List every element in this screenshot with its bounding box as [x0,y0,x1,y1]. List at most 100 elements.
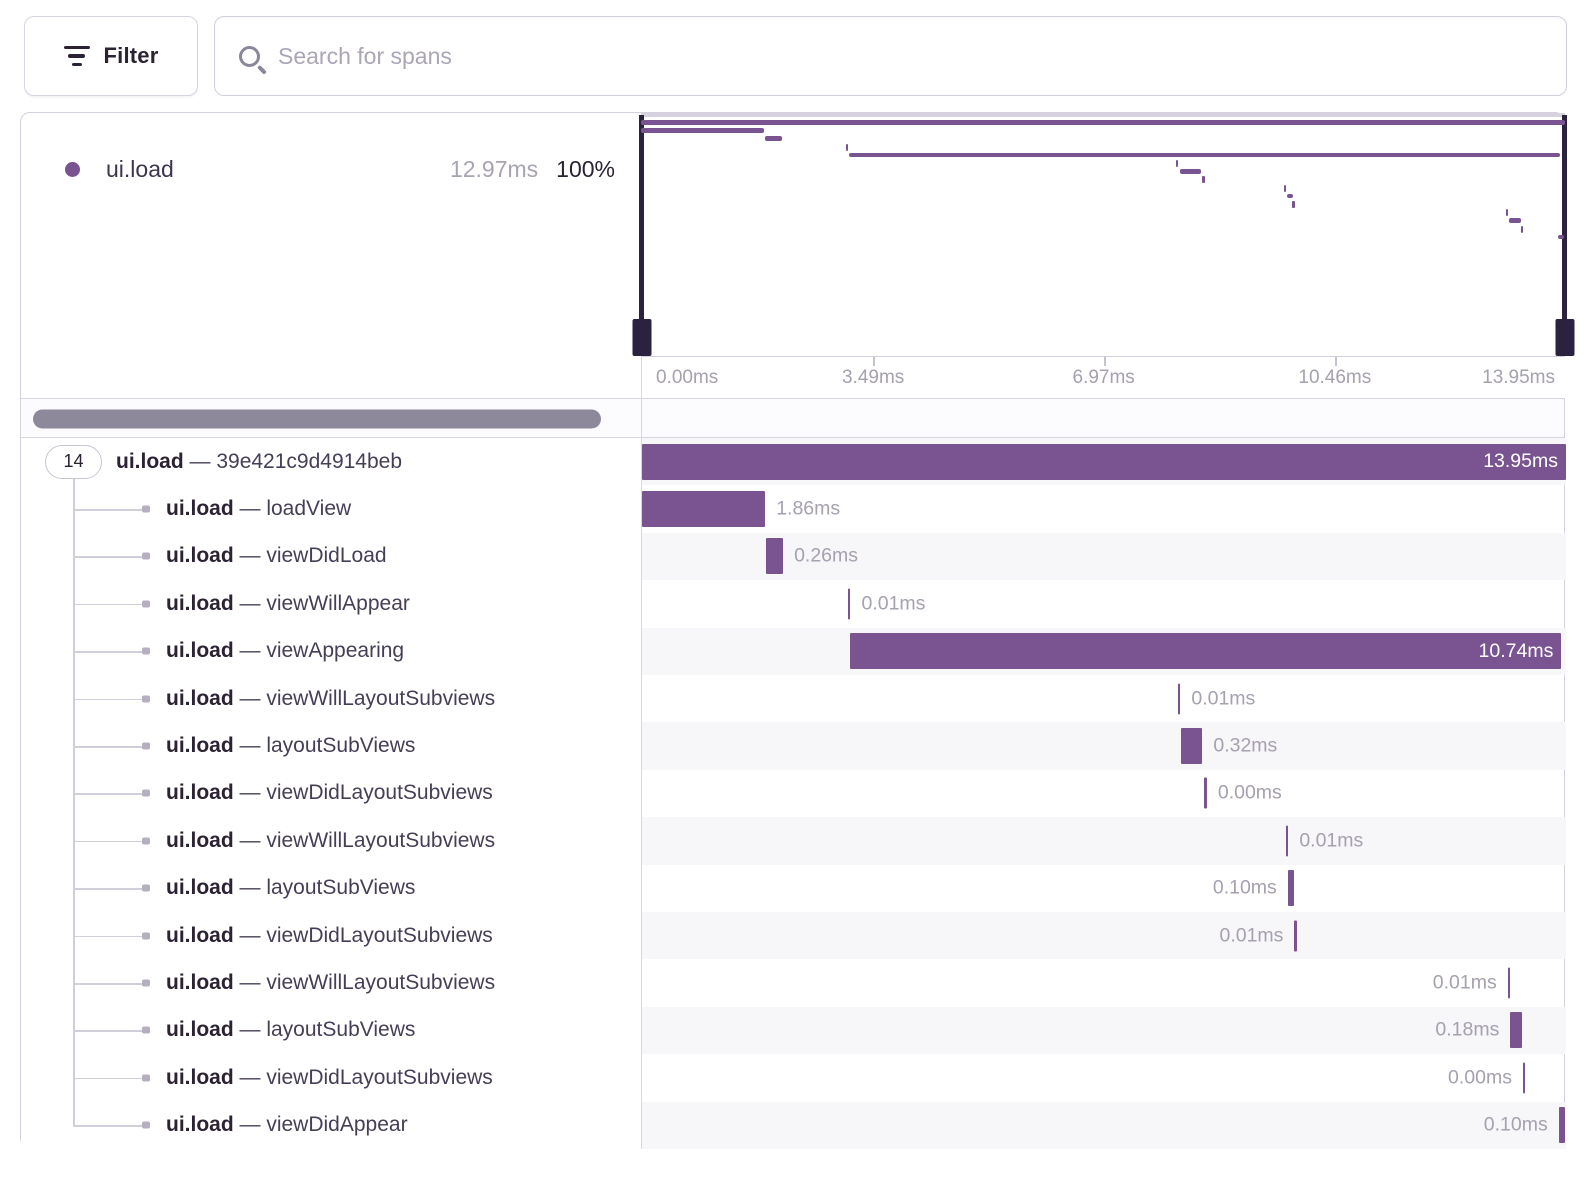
trace-minimap[interactable] [641,113,1565,356]
filter-button[interactable]: Filter [24,16,198,96]
scrollbar-row [21,399,1564,438]
span-chart-cell: 13.95ms [642,438,1566,485]
tree-connector-dot [142,648,150,655]
span-tree-cell: ui.load — viewAppearing [21,628,641,675]
filter-button-label: Filter [104,43,159,69]
span-label[interactable]: ui.load — viewDidLoad [166,544,387,568]
column-divider [641,356,642,1149]
span-chart-cell: 0.18ms [642,1007,1566,1054]
span-row[interactable]: ui.load — viewWillLayoutSubviews0.01ms [21,675,1564,722]
span-row[interactable]: ui.load — viewWillLayoutSubviews 0.01ms [21,817,1564,864]
span-label[interactable]: ui.load — layoutSubViews [166,876,415,900]
span-duration: 0.00ms [1218,782,1282,805]
tree-connector-dot [142,790,150,797]
span-bar[interactable] [1178,683,1181,714]
span-row[interactable]: ui.load — viewWillLayoutSubviews0.01ms [21,959,1564,1006]
span-chart-cell: 0.01ms [642,912,1566,959]
span-search-box[interactable] [214,16,1567,96]
tree-connector [73,936,147,938]
minimap-span [1176,160,1179,167]
span-label[interactable]: ui.load — 39e421c9d4914beb [116,450,402,474]
minimap-handle-left[interactable] [639,115,644,356]
span-bar[interactable] [642,491,765,527]
span-tree-cell: ui.load — layoutSubViews [21,1007,641,1054]
span-row[interactable]: 14 ui.load — 39e421c9d4914beb 13.95ms [21,438,1564,485]
child-count-badge[interactable]: 14 [45,445,102,479]
span-chart-cell: 0.10ms [642,1102,1566,1149]
tree-connector-dot [142,980,150,987]
span-bar[interactable] [1508,968,1511,999]
legend-op-label: ui.load [106,156,174,183]
legend-item-ui-load[interactable]: ui.load 12.97ms 100% [21,149,641,189]
span-row[interactable]: ui.load — loadView1.86ms [21,485,1564,532]
tree-connector-dot [142,932,150,939]
span-chart-cell: 0.10ms [642,865,1566,912]
span-label[interactable]: ui.load — viewWillLayoutSubviews [166,971,495,995]
span-bar[interactable] [1288,870,1295,906]
tree-connector [73,983,147,985]
span-duration: 0.10ms [1213,877,1277,900]
span-bar[interactable] [1523,1062,1526,1093]
span-row[interactable]: ui.load — viewDidLayoutSubviews 0.00ms [21,770,1564,817]
tree-connector [73,841,147,843]
span-label[interactable]: ui.load — viewAppearing [166,639,404,663]
minimap-span [1180,169,1201,174]
minimap-track [641,113,1565,117]
span-bar[interactable] [1510,1012,1522,1048]
span-label[interactable]: ui.load — viewDidAppear [166,1113,408,1137]
span-row[interactable]: ui.load — viewDidAppear 0.10ms [21,1102,1564,1149]
span-chart-cell: 0.00ms [642,770,1566,817]
span-bar[interactable] [848,588,851,619]
span-row[interactable]: ui.load — layoutSubViews 0.32ms [21,722,1564,769]
span-bar[interactable] [1204,778,1207,809]
span-bar[interactable]: 13.95ms [642,444,1566,480]
span-duration: 13.95ms [1483,444,1558,480]
span-tree-cell: ui.load — viewWillLayoutSubviews [21,959,641,1006]
span-bar[interactable] [1294,920,1297,951]
span-bar[interactable] [1559,1107,1566,1143]
span-duration: 0.01ms [861,592,925,615]
tree-connector [73,1078,147,1080]
span-bar[interactable] [1181,728,1202,764]
tree-connector-dot [142,743,150,750]
span-duration: 0.32ms [1213,735,1277,758]
tree-connector-dot [142,1122,150,1129]
span-row[interactable]: ui.load — viewDidLoad0.26ms [21,533,1564,580]
span-duration: 0.01ms [1299,829,1363,852]
tree-connector [73,746,147,748]
span-label[interactable]: ui.load — viewDidLayoutSubviews [166,781,493,805]
span-label[interactable]: ui.load — viewWillLayoutSubviews [166,687,495,711]
span-tree-cell: ui.load — viewDidLayoutSubviews [21,770,641,817]
span-label[interactable]: ui.load — viewDidLayoutSubviews [166,1066,493,1090]
scrollbar-thumb[interactable] [33,409,601,428]
span-row[interactable]: ui.load — layoutSubViews 0.18ms [21,1007,1564,1054]
tree-connector [73,651,147,653]
span-tree-cell: ui.load — viewWillAppear [21,580,641,627]
tree-connector-dot [142,553,150,560]
span-label[interactable]: ui.load — viewWillAppear [166,592,410,616]
span-label[interactable]: ui.load — viewDidLayoutSubviews [166,924,493,948]
tree-connector-dot [142,506,150,513]
span-label[interactable]: ui.load — loadView [166,497,351,521]
span-label[interactable]: ui.load — layoutSubViews [166,734,415,758]
minimap-span [641,128,764,133]
span-bar[interactable] [1286,825,1289,856]
drag-grip-icon [1555,319,1574,356]
span-label[interactable]: ui.load — layoutSubViews [166,1018,415,1042]
legend-color-dot [65,162,80,177]
span-row[interactable]: ui.load — layoutSubViews 0.10ms [21,865,1564,912]
span-row[interactable]: ui.load — viewWillAppear 0.01ms [21,580,1564,627]
minimap-span [1287,194,1294,199]
span-tree-cell: ui.load — loadView [21,485,641,532]
tree-connector [73,1030,147,1032]
tree-connector-dot [142,885,150,892]
axis-tick-label: 6.97ms [1073,367,1135,389]
span-row[interactable]: ui.load — viewAppearing 10.74ms [21,628,1564,675]
tree-connector [73,699,147,701]
span-bar[interactable] [766,538,783,574]
span-row[interactable]: ui.load — viewDidLayoutSubviews 0.01ms [21,912,1564,959]
span-bar[interactable]: 10.74ms [850,633,1561,669]
search-input[interactable] [278,43,1542,70]
span-label[interactable]: ui.load — viewWillLayoutSubviews [166,829,495,853]
span-row[interactable]: ui.load — viewDidLayoutSubviews0.00ms [21,1054,1564,1101]
